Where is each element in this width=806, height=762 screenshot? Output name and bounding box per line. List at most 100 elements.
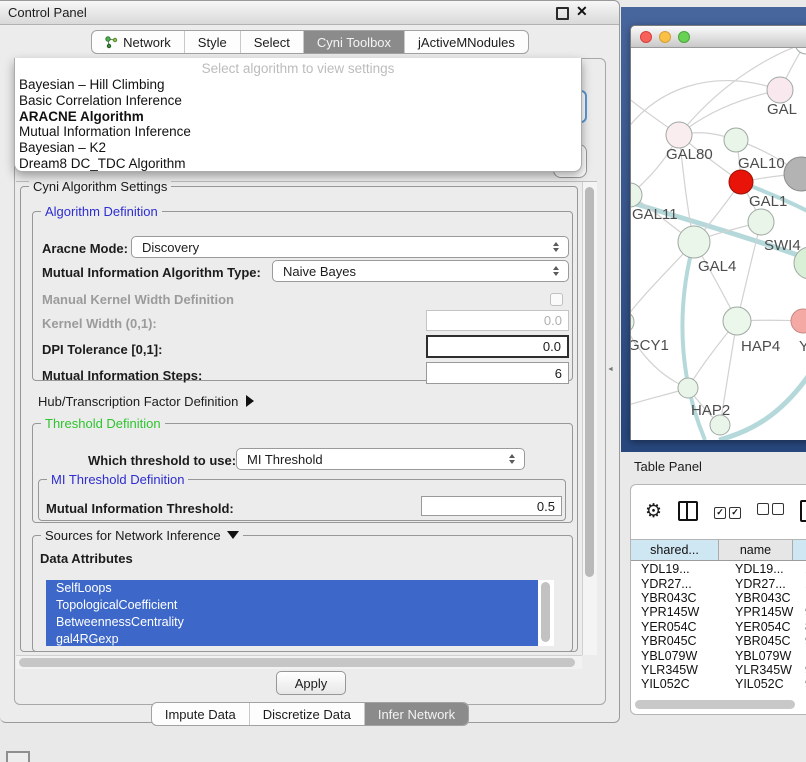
table-cell: YPR145W [631, 605, 727, 619]
table-row[interactable]: YBR043CYBR043C [631, 591, 806, 605]
control-panel-titlebar[interactable]: Control Panel ✕ [0, 1, 619, 25]
hub-section-toggle[interactable]: Hub/Transcription Factor Definition [38, 394, 254, 409]
network-node[interactable] [784, 157, 806, 191]
settings-horizontal-scrollbar[interactable] [16, 655, 582, 669]
table-row[interactable]: YBL079WYBL079W [631, 648, 806, 662]
table-row[interactable]: YPR145WYPR145W9. [631, 605, 806, 619]
manual-kernel-label: Manual Kernel Width Definition [42, 292, 234, 307]
algorithm-option[interactable]: Mutual Information Inference [15, 124, 581, 140]
aracne-mode-select[interactable]: Discovery [131, 236, 569, 258]
table-row[interactable]: YBR045CYBR045C9. [631, 634, 806, 648]
tab-cyni-toolbox[interactable]: Cyni Toolbox [304, 31, 405, 53]
column-header-shared[interactable]: shared... [631, 540, 719, 560]
kernel-width-field[interactable]: 0.0 [426, 310, 569, 331]
node-label: SWI4 [764, 237, 801, 254]
settings-vertical-scrollbar[interactable] [582, 182, 597, 655]
tab-style[interactable]: Style [185, 31, 241, 53]
network-node[interactable] [795, 48, 806, 54]
attribute-list-item[interactable]: TopologicalCoefficient [46, 597, 538, 614]
floating-panel-fragment [6, 751, 30, 762]
table-cell: 9. [799, 605, 806, 619]
network-node[interactable] [723, 307, 751, 335]
table-row[interactable]: YIL052CYIL052C9. [631, 677, 806, 690]
table-horizontal-scrollbar[interactable] [633, 698, 806, 710]
table-cell: 9. [799, 663, 806, 677]
algorithm-option[interactable]: Bayesian – Hill Climbing [15, 77, 581, 93]
zoom-traffic-light-icon[interactable] [678, 31, 690, 43]
hide-columns-icon[interactable] [757, 502, 784, 520]
tab-jactivemnodules[interactable]: jActiveMNodules [405, 31, 528, 53]
node-label: HAP2 [691, 402, 730, 419]
table-row[interactable]: YLR345WYLR345W9. [631, 663, 806, 677]
table-row[interactable]: YDR27...YDR27...12 [631, 576, 806, 590]
hub-section-label: Hub/Transcription Factor Definition [38, 394, 238, 409]
desktop-background: GALGAL80GAL10GAL1GAL11SWI4GAL4GCY1HAP4YH… [621, 7, 806, 452]
tab-select[interactable]: Select [241, 31, 304, 53]
gear-icon[interactable]: ⚙ [645, 502, 662, 521]
columns-icon[interactable] [678, 501, 698, 521]
network-window-titlebar[interactable] [631, 26, 806, 48]
table-cell: YER054C [631, 620, 727, 634]
network-node[interactable] [729, 170, 753, 194]
group-title: Algorithm Definition [41, 204, 162, 219]
mi-steps-field[interactable]: 6 [426, 362, 569, 384]
mi-algorithm-type-select[interactable]: Naive Bayes [272, 260, 569, 282]
close-icon[interactable]: ✕ [576, 3, 588, 20]
mi-steps-label: Mutual Information Steps: [42, 368, 202, 383]
network-node[interactable] [748, 209, 774, 235]
export-table-icon[interactable] [800, 500, 806, 522]
network-node[interactable] [631, 311, 634, 333]
minimize-traffic-light-icon[interactable] [659, 31, 671, 43]
network-node[interactable] [678, 378, 698, 398]
stepper-arrows-icon [504, 454, 524, 464]
attribute-list-item[interactable]: SelfLoops [46, 580, 538, 597]
algorithm-option[interactable]: Bayesian – K2 [15, 140, 581, 156]
network-node[interactable] [791, 309, 806, 333]
table-cell: YDR27... [631, 577, 727, 591]
show-columns-icon[interactable]: ✓✓ [714, 502, 741, 520]
algorithm-option[interactable]: Dream8 DC_TDC Algorithm [15, 156, 581, 172]
attribute-list-scrollbar[interactable] [540, 582, 551, 644]
aracne-mode-value: Discovery [132, 240, 548, 255]
network-node[interactable] [724, 128, 748, 152]
tab-discretize-data[interactable]: Discretize Data [250, 703, 365, 725]
network-view-window[interactable]: GALGAL80GAL10GAL1GAL11SWI4GAL4GCY1HAP4YH… [630, 25, 806, 440]
panel-resize-handle[interactable]: ◄ [607, 366, 614, 373]
table-row[interactable]: YDL19...YDL19...13 [631, 562, 806, 576]
sources-toggle[interactable]: Sources for Network Inference [41, 528, 243, 543]
kernel-width-value: 0.0 [544, 313, 562, 328]
tab-network[interactable]: Network [92, 31, 185, 53]
attribute-list-item[interactable]: BetweennessCentrality [46, 614, 538, 631]
group-title: MI Threshold Definition [47, 472, 188, 487]
stepper-arrows-icon [548, 242, 568, 252]
network-canvas[interactable]: GALGAL80GAL10GAL1GAL11SWI4GAL4GCY1HAP4YH… [631, 48, 806, 440]
algorithm-options: Bayesian – Hill ClimbingBasic Correlatio… [15, 77, 581, 172]
tab-infer-network[interactable]: Infer Network [365, 703, 468, 725]
apply-button[interactable]: Apply [276, 671, 346, 695]
column-header-name[interactable]: name [719, 540, 793, 560]
mi-type-label: Mutual Information Algorithm Type: [42, 265, 261, 280]
table-cell: YBR045C [727, 634, 799, 648]
which-threshold-select[interactable]: MI Threshold [236, 448, 525, 470]
column-header-partial[interactable] [793, 540, 806, 560]
table-row[interactable]: YER054CYER054C8. [631, 620, 806, 634]
network-node[interactable] [678, 226, 710, 258]
mi-threshold-field[interactable]: 0.5 [421, 496, 562, 516]
table-cell: YLR345W [727, 663, 799, 677]
algorithm-option[interactable]: Basic Correlation Inference [15, 93, 581, 109]
data-attributes-list[interactable]: SelfLoopsTopologicalCoefficientBetweenne… [46, 580, 554, 646]
table-cell: YLR345W [631, 663, 727, 677]
network-node[interactable] [767, 77, 793, 103]
network-icon [105, 36, 118, 49]
table-panel-title: Table Panel [634, 459, 702, 474]
dpi-tolerance-field[interactable]: 0.0 [426, 335, 569, 358]
close-traffic-light-icon[interactable] [640, 31, 652, 43]
manual-kernel-checkbox[interactable] [550, 293, 563, 306]
table-cell: YDR27... [727, 577, 799, 591]
network-node[interactable] [666, 122, 692, 148]
node-label: HAP4 [741, 338, 780, 355]
float-window-icon[interactable] [556, 7, 569, 20]
attribute-list-item[interactable]: gal4RGexp [46, 631, 538, 646]
algorithm-option[interactable]: ARACNE Algorithm [15, 109, 581, 125]
tab-impute-data[interactable]: Impute Data [152, 703, 250, 725]
